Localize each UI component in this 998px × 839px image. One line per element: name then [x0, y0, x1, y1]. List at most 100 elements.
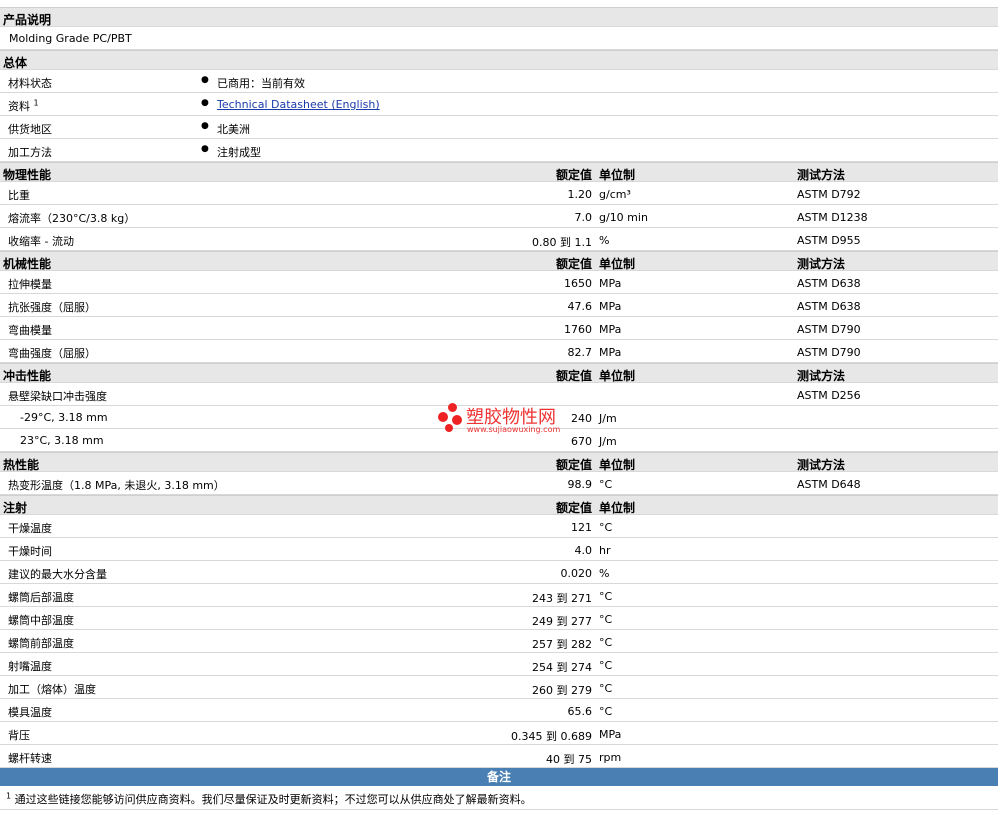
footnote-number: 1: [6, 791, 12, 801]
property-label: -29°C, 3.18 mm: [20, 411, 108, 424]
general-row: 供货地区 ● 北美洲: [0, 116, 998, 139]
nominal-value: 249 到 277: [532, 615, 592, 628]
nominal-value: 4.0: [574, 544, 593, 557]
property-label: 干燥时间: [8, 545, 52, 558]
property-row: 加工（熔体）温度 260 到 279 °C: [0, 676, 998, 699]
test-method: ASTM D790: [797, 346, 861, 359]
section-title: 产品说明: [3, 13, 52, 27]
property-row: 弯曲强度（屈服） 82.7 MPa ASTM D790: [0, 340, 998, 363]
property-label: 比重: [8, 189, 30, 202]
section-impact: 冲击性能 额定值 单位制 测试方法: [0, 363, 998, 383]
nominal-value: 260 到 279: [532, 684, 592, 697]
property-label-text: 供货地区: [8, 123, 52, 136]
header-nominal: 额定值: [555, 369, 592, 383]
property-row: 抗张强度（屈服） 47.6 MPa ASTM D638: [0, 294, 998, 317]
nominal-value: 1650: [564, 277, 592, 290]
bullet-icon: ●: [201, 144, 209, 154]
unit-value: rpm: [599, 751, 622, 764]
unit-value: °C: [599, 636, 613, 649]
property-label: 悬壁梁缺口冲击强度: [8, 390, 107, 403]
property-row: 热变形温度（1.8 MPa, 未退火, 3.18 mm） 98.9 °C ASTM D…: [0, 472, 998, 495]
property-label: 资料 1: [8, 98, 39, 114]
property-value: 注射成型: [217, 146, 261, 159]
nominal-value: 254 到 274: [532, 661, 592, 674]
property-label: 螺筒前部温度: [8, 637, 74, 650]
watermark-logo: 塑胶物性网 www.sujiaowuxing.com: [438, 403, 568, 435]
nominal-value: 0.345 到 0.689: [511, 730, 592, 743]
property-label: 建议的最大水分含量: [8, 568, 107, 581]
section-general: 总体: [0, 50, 998, 70]
nominal-value: 121: [571, 521, 592, 534]
nominal-value: 1.20: [567, 188, 593, 201]
nominal-value: 0.020: [560, 567, 593, 580]
nominal-value: 7.0: [574, 211, 593, 224]
property-label: 模具温度: [8, 706, 52, 719]
section-product: 产品说明: [0, 7, 998, 27]
logo-dot: [452, 415, 462, 425]
section-title: 物理性能: [3, 168, 52, 182]
property-row: 螺筒中部温度 249 到 277 °C: [0, 607, 998, 630]
property-label-text: 资料: [8, 100, 30, 113]
property-label: 拉伸模量: [8, 278, 52, 291]
general-row: 加工方法 ● 注射成型: [0, 139, 998, 162]
unit-value: °C: [599, 613, 613, 626]
property-label: 抗张强度（屈服）: [8, 301, 96, 314]
header-nominal: 额定值: [555, 257, 592, 271]
unit-value: %: [599, 567, 610, 580]
header-nominal: 额定值: [555, 458, 592, 472]
property-label: 背压: [8, 729, 30, 742]
nominal-value: 257 到 282: [532, 638, 592, 651]
unit-value: MPa: [599, 346, 622, 359]
property-label: 螺筒后部温度: [8, 591, 74, 604]
section-thermal: 热性能 额定值 单位制 测试方法: [0, 452, 998, 472]
unit-value: MPa: [599, 323, 622, 336]
header-method: 测试方法: [797, 369, 846, 383]
property-label: 加工方法: [8, 144, 52, 160]
logo-dot: [438, 412, 448, 422]
section-title: 热性能: [3, 458, 40, 472]
property-label: 材料状态: [8, 75, 52, 91]
header-nominal: 额定值: [555, 168, 592, 182]
unit-value: MPa: [599, 728, 622, 741]
nominal-value: 670: [571, 435, 592, 448]
unit-value: g/10 min: [599, 211, 648, 224]
product-description: Molding Grade PC/PBT: [9, 32, 132, 45]
header-nominal: 额定值: [555, 501, 592, 515]
test-method: ASTM D790: [797, 323, 861, 336]
property-label: 熔流率（230°C/3.8 kg）: [8, 212, 136, 225]
footnote-row: 1 通过这些链接您能够访问供应商资料。我们尽量保证及时更新资料；不过您可以从供应…: [0, 786, 998, 810]
property-row: 背压 0.345 到 0.689 MPa: [0, 722, 998, 745]
unit-value: MPa: [599, 277, 622, 290]
section-title: 注射: [3, 501, 28, 515]
section-physical: 物理性能 额定值 单位制 测试方法: [0, 162, 998, 182]
nominal-value: 240: [571, 412, 592, 425]
property-value: 北美洲: [217, 123, 250, 136]
nominal-value: 0.80 到 1.1: [532, 236, 592, 249]
header-method: 测试方法: [797, 458, 846, 472]
header-method: 测试方法: [797, 168, 846, 182]
property-row: 射嘴温度 254 到 274 °C: [0, 653, 998, 676]
notes-header: 备注: [0, 768, 998, 786]
unit-value: °C: [599, 682, 613, 695]
header-unit: 单位制: [599, 501, 636, 515]
nominal-value: 82.7: [567, 346, 593, 359]
logo-dot: [445, 424, 453, 432]
nominal-value: 1760: [564, 323, 592, 336]
property-row: 模具温度 65.6 °C: [0, 699, 998, 722]
property-row: 螺筒后部温度 243 到 271 °C: [0, 584, 998, 607]
test-method: ASTM D955: [797, 234, 861, 247]
unit-value: MPa: [599, 300, 622, 313]
test-method: ASTM D1238: [797, 211, 868, 224]
property-label: 收缩率 - 流动: [8, 235, 74, 248]
unit-value: °C: [599, 521, 613, 534]
property-row: 建议的最大水分含量 0.020%: [0, 561, 998, 584]
property-label: 加工（熔体）温度: [8, 683, 96, 696]
unit-value: J/m: [599, 412, 617, 425]
datasheet-link[interactable]: Technical Datasheet (English): [217, 98, 380, 111]
nominal-value: 40 到 75: [546, 753, 592, 766]
property-label: 干燥温度: [8, 522, 52, 535]
property-row: 螺杆转速 40 到 75 rpm: [0, 745, 998, 768]
property-row: 干燥时间 4.0 hr: [0, 538, 998, 561]
property-label: 23°C, 3.18 mm: [20, 434, 104, 447]
property-row: 弯曲模量 1760 MPa ASTM D790: [0, 317, 998, 340]
